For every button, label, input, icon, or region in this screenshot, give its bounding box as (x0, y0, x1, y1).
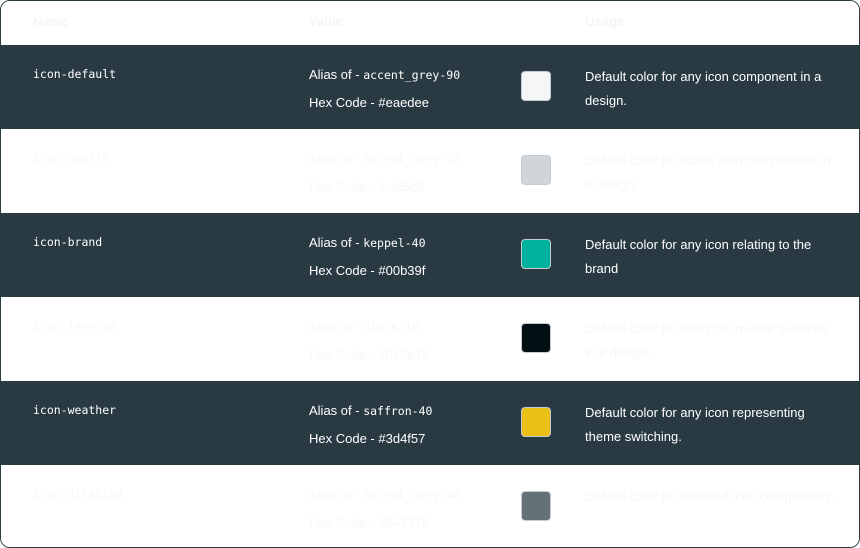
table-header: Name Value Usage (1, 1, 859, 45)
color-swatch (521, 155, 551, 185)
token-name: icon-subtle (33, 151, 110, 165)
alias-prefix: Alias of - (309, 403, 364, 418)
alias-prefix: Alias of - (309, 67, 364, 82)
usage-description: Default color for any icon representing … (585, 405, 805, 444)
token-name: icon-disabled (33, 487, 124, 501)
color-token-table: Name Value Usage icon-default Alias of - … (0, 0, 860, 548)
table-row: icon-weather Alias of - saffron-40 Hex Cod… (1, 381, 859, 465)
hex-prefix: Hex Code - (309, 431, 379, 446)
hex-prefix: Hex Code - (309, 179, 379, 194)
color-swatch (521, 239, 551, 269)
alias-value: accent_grey-70 (363, 152, 461, 166)
token-name: icon-weather (33, 403, 117, 417)
usage-description: Default color for any icon relating to t… (585, 237, 812, 276)
color-swatch (521, 71, 551, 101)
hex-line: Hex Code - #010e12 (309, 347, 429, 362)
alias-line: Alias of - accent_grey-90 (309, 67, 460, 82)
alias-value: black-10 (363, 320, 419, 334)
hex-value: #00b39f (378, 263, 426, 278)
header-usage: Usage (585, 14, 625, 29)
alias-value: saffron-40 (363, 404, 433, 418)
hex-prefix: Hex Code - (309, 347, 379, 362)
hex-prefix: Hex Code - (309, 95, 379, 110)
table-row: icon-brand Alias of - keppel-40 Hex Code -… (1, 213, 859, 297)
table-row: icon-disabled Alias of - accent_grey-40 He… (1, 465, 859, 547)
alias-prefix: Alias of - (309, 487, 364, 502)
hex-value: #010e12 (378, 347, 429, 362)
hex-line: Hex Code - #3d4f57 (309, 431, 425, 446)
usage-description: Default color for disabled icon componen… (585, 489, 835, 504)
alias-value: keppel-40 (363, 236, 426, 250)
color-swatch (521, 323, 551, 353)
header-name: Name (33, 14, 69, 29)
token-name: icon-default (33, 67, 117, 81)
alias-prefix: Alias of - (309, 319, 364, 334)
hex-line: Hex Code - #00b39f (309, 263, 425, 278)
table-row: icon-subtle Alias of - accent_grey-70 Hex … (1, 129, 859, 213)
alias-line: Alias of - accent_grey-40 (309, 487, 460, 502)
usage-description: Default color for any icon component in … (585, 69, 822, 108)
hex-value: #eaedee (378, 95, 429, 110)
alias-prefix: Alias of - (309, 151, 364, 166)
color-swatch (521, 491, 551, 521)
hex-value: #cfd5d8 (378, 179, 425, 194)
alias-value: accent_grey-40 (363, 488, 461, 502)
hex-value: #647176 (378, 515, 429, 530)
usage-description: Default color for icons on inverse surfa… (585, 321, 828, 360)
alias-prefix: Alias of - (309, 235, 364, 250)
hex-value: #3d4f57 (378, 431, 426, 446)
table-row: icon-inverse Alias of - black-10 Hex Code … (1, 297, 859, 381)
header-value: Value (309, 14, 343, 29)
hex-line: Hex Code - #eaedee (309, 95, 429, 110)
alias-line: Alias of - saffron-40 (309, 403, 432, 418)
alias-value: accent_grey-90 (363, 68, 461, 82)
usage-description: Default color for subtle icon components… (585, 153, 831, 192)
hex-line: Hex Code - #647176 (309, 515, 429, 530)
table-row: icon-default Alias of - accent_grey-90 Hex… (1, 45, 859, 129)
token-name: icon-inverse (33, 319, 117, 333)
color-swatch (521, 407, 551, 437)
token-name: icon-brand (33, 235, 103, 249)
alias-line: Alias of - keppel-40 (309, 235, 426, 250)
alias-line: Alias of - accent_grey-70 (309, 151, 460, 166)
hex-prefix: Hex Code - (309, 515, 379, 530)
hex-prefix: Hex Code - (309, 263, 379, 278)
alias-line: Alias of - black-10 (309, 319, 419, 334)
hex-line: Hex Code - #cfd5d8 (309, 179, 425, 194)
